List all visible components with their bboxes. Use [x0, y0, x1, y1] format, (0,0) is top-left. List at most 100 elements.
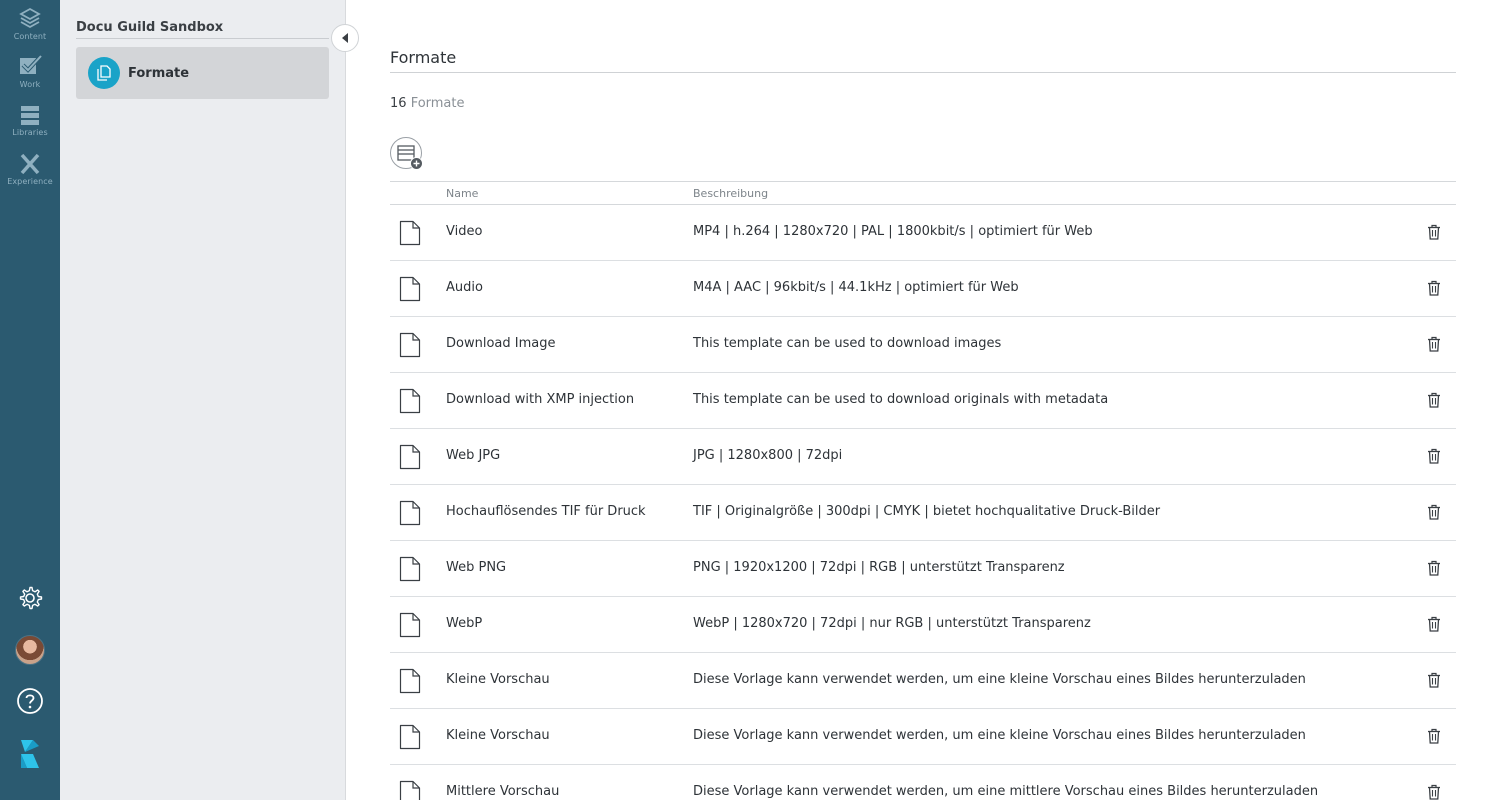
row-description: This template can be used to download or… [693, 392, 1109, 407]
table-header: Name Beschreibung [390, 181, 1456, 205]
help-icon [17, 688, 43, 714]
user-avatar-button[interactable] [0, 634, 60, 666]
brand-logo[interactable] [0, 736, 60, 772]
main-content: Formate 16 Formate Name Beschreibung Vid… [390, 0, 1456, 800]
trash-icon [1428, 560, 1440, 576]
sidebar-title: Docu Guild Sandbox [76, 20, 224, 35]
row-description: Diese Vorlage kann verwendet werden, um … [693, 784, 1319, 799]
rail-item-work[interactable]: Work [0, 54, 60, 89]
trash-icon [1428, 728, 1440, 744]
count-number: 16 [390, 96, 407, 111]
experience-icon [20, 153, 40, 175]
layers-icon [19, 7, 41, 29]
icon-rail: Content Work Libraries Experience [0, 0, 60, 800]
count-label: Formate [410, 96, 465, 111]
file-icon [399, 220, 421, 250]
file-icon [399, 612, 421, 642]
column-header-description[interactable]: Beschreibung [693, 187, 768, 200]
row-name: Audio [446, 280, 483, 295]
table-row[interactable]: Mittlere Vorschau Diese Vorlage kann ver… [390, 765, 1456, 800]
delete-button[interactable] [1426, 391, 1442, 409]
trash-icon [1428, 784, 1440, 800]
delete-button[interactable] [1426, 279, 1442, 297]
rail-label-libraries: Libraries [12, 128, 48, 137]
settings-button[interactable] [0, 584, 60, 612]
delete-button[interactable] [1426, 615, 1442, 633]
row-description: MP4 | h.264 | 1280x720 | PAL | 1800kbit/… [693, 224, 1093, 239]
row-name: Hochauflösendes TIF für Druck [446, 504, 646, 519]
table-row[interactable]: WebP WebP | 1280x720 | 72dpi | nur RGB |… [390, 597, 1456, 653]
file-icon [399, 388, 421, 418]
rail-label-content: Content [13, 32, 47, 41]
delete-button[interactable] [1426, 783, 1442, 800]
rail-item-experience[interactable]: Experience [0, 153, 60, 186]
rail-label-experience: Experience [7, 177, 53, 186]
row-description: M4A | AAC | 96kbit/s | 44.1kHz | optimie… [693, 280, 1019, 295]
secondary-sidebar: Docu Guild Sandbox Formate [60, 0, 346, 800]
row-description: TIF | Originalgröße | 300dpi | CMYK | bi… [693, 504, 1161, 519]
trash-icon [1428, 504, 1440, 520]
file-icon [399, 556, 421, 586]
trash-icon [1428, 672, 1440, 688]
row-description: WebP | 1280x720 | 72dpi | nur RGB | unte… [693, 616, 1091, 631]
row-description: JPG | 1280x800 | 72dpi [693, 448, 843, 463]
trash-icon [1428, 392, 1440, 408]
row-description: This template can be used to download im… [693, 336, 1002, 351]
table-row[interactable]: Hochauflösendes TIF für Druck TIF | Orig… [390, 485, 1456, 541]
trash-icon [1428, 280, 1440, 296]
page-title: Formate [390, 48, 457, 67]
row-name: Download Image [446, 336, 556, 351]
collapse-sidebar-button[interactable] [331, 24, 359, 52]
table-row[interactable]: Audio M4A | AAC | 96kbit/s | 44.1kHz | o… [390, 261, 1456, 317]
table-row[interactable]: Download Image This template can be used… [390, 317, 1456, 373]
row-description: Diese Vorlage kann verwendet werden, um … [693, 728, 1306, 743]
table-row[interactable]: Web JPG JPG | 1280x800 | 72dpi [390, 429, 1456, 485]
delete-button[interactable] [1426, 671, 1442, 689]
table-body: Video MP4 | h.264 | 1280x720 | PAL | 180… [390, 205, 1456, 800]
gear-icon [19, 586, 43, 610]
column-header-name[interactable]: Name [446, 187, 478, 200]
table-row[interactable]: Kleine Vorschau Diese Vorlage kann verwe… [390, 653, 1456, 709]
libraries-icon [21, 106, 39, 125]
delete-button[interactable] [1426, 447, 1442, 465]
delete-button[interactable] [1426, 559, 1442, 577]
row-description: Diese Vorlage kann verwendet werden, um … [693, 672, 1306, 687]
brand-logo-icon [21, 740, 39, 768]
table-row[interactable]: Download with XMP injection This templat… [390, 373, 1456, 429]
delete-button[interactable] [1426, 223, 1442, 241]
trash-icon [1428, 448, 1440, 464]
trash-icon [1428, 616, 1440, 632]
caret-left-icon [342, 33, 348, 43]
table-row[interactable]: Video MP4 | h.264 | 1280x720 | PAL | 180… [390, 205, 1456, 261]
copy-icon [88, 57, 120, 89]
rail-label-work: Work [19, 80, 41, 89]
check-icon [20, 54, 43, 74]
row-name: Mittlere Vorschau [446, 784, 560, 799]
file-icon [399, 780, 421, 800]
delete-button[interactable] [1426, 503, 1442, 521]
help-button[interactable] [0, 686, 60, 716]
row-name: Web JPG [446, 448, 501, 463]
row-name: Web PNG [446, 560, 507, 575]
sidebar-item-formate[interactable]: Formate [76, 47, 329, 99]
file-icon [399, 668, 421, 698]
trash-icon [1428, 336, 1440, 352]
delete-button[interactable] [1426, 727, 1442, 745]
delete-button[interactable] [1426, 335, 1442, 353]
file-icon [399, 444, 421, 474]
file-icon [399, 500, 421, 530]
table-row[interactable]: Web PNG PNG | 1920x1200 | 72dpi | RGB | … [390, 541, 1456, 597]
title-divider [390, 72, 1456, 73]
rail-item-content[interactable]: Content [0, 6, 60, 41]
rail-item-libraries[interactable]: Libraries [0, 104, 60, 137]
row-description: PNG | 1920x1200 | 72dpi | RGB | unterstü… [693, 560, 1065, 575]
row-name: Video [446, 224, 483, 239]
table-row[interactable]: Kleine Vorschau Diese Vorlage kann verwe… [390, 709, 1456, 765]
file-icon [399, 276, 421, 306]
row-name: Kleine Vorschau [446, 728, 550, 743]
trash-icon [1428, 224, 1440, 240]
file-icon [399, 724, 421, 754]
formats-table: Name Beschreibung Video MP4 | h.264 | 12… [390, 181, 1456, 800]
add-format-button[interactable] [390, 137, 423, 170]
row-name: Kleine Vorschau [446, 672, 550, 687]
